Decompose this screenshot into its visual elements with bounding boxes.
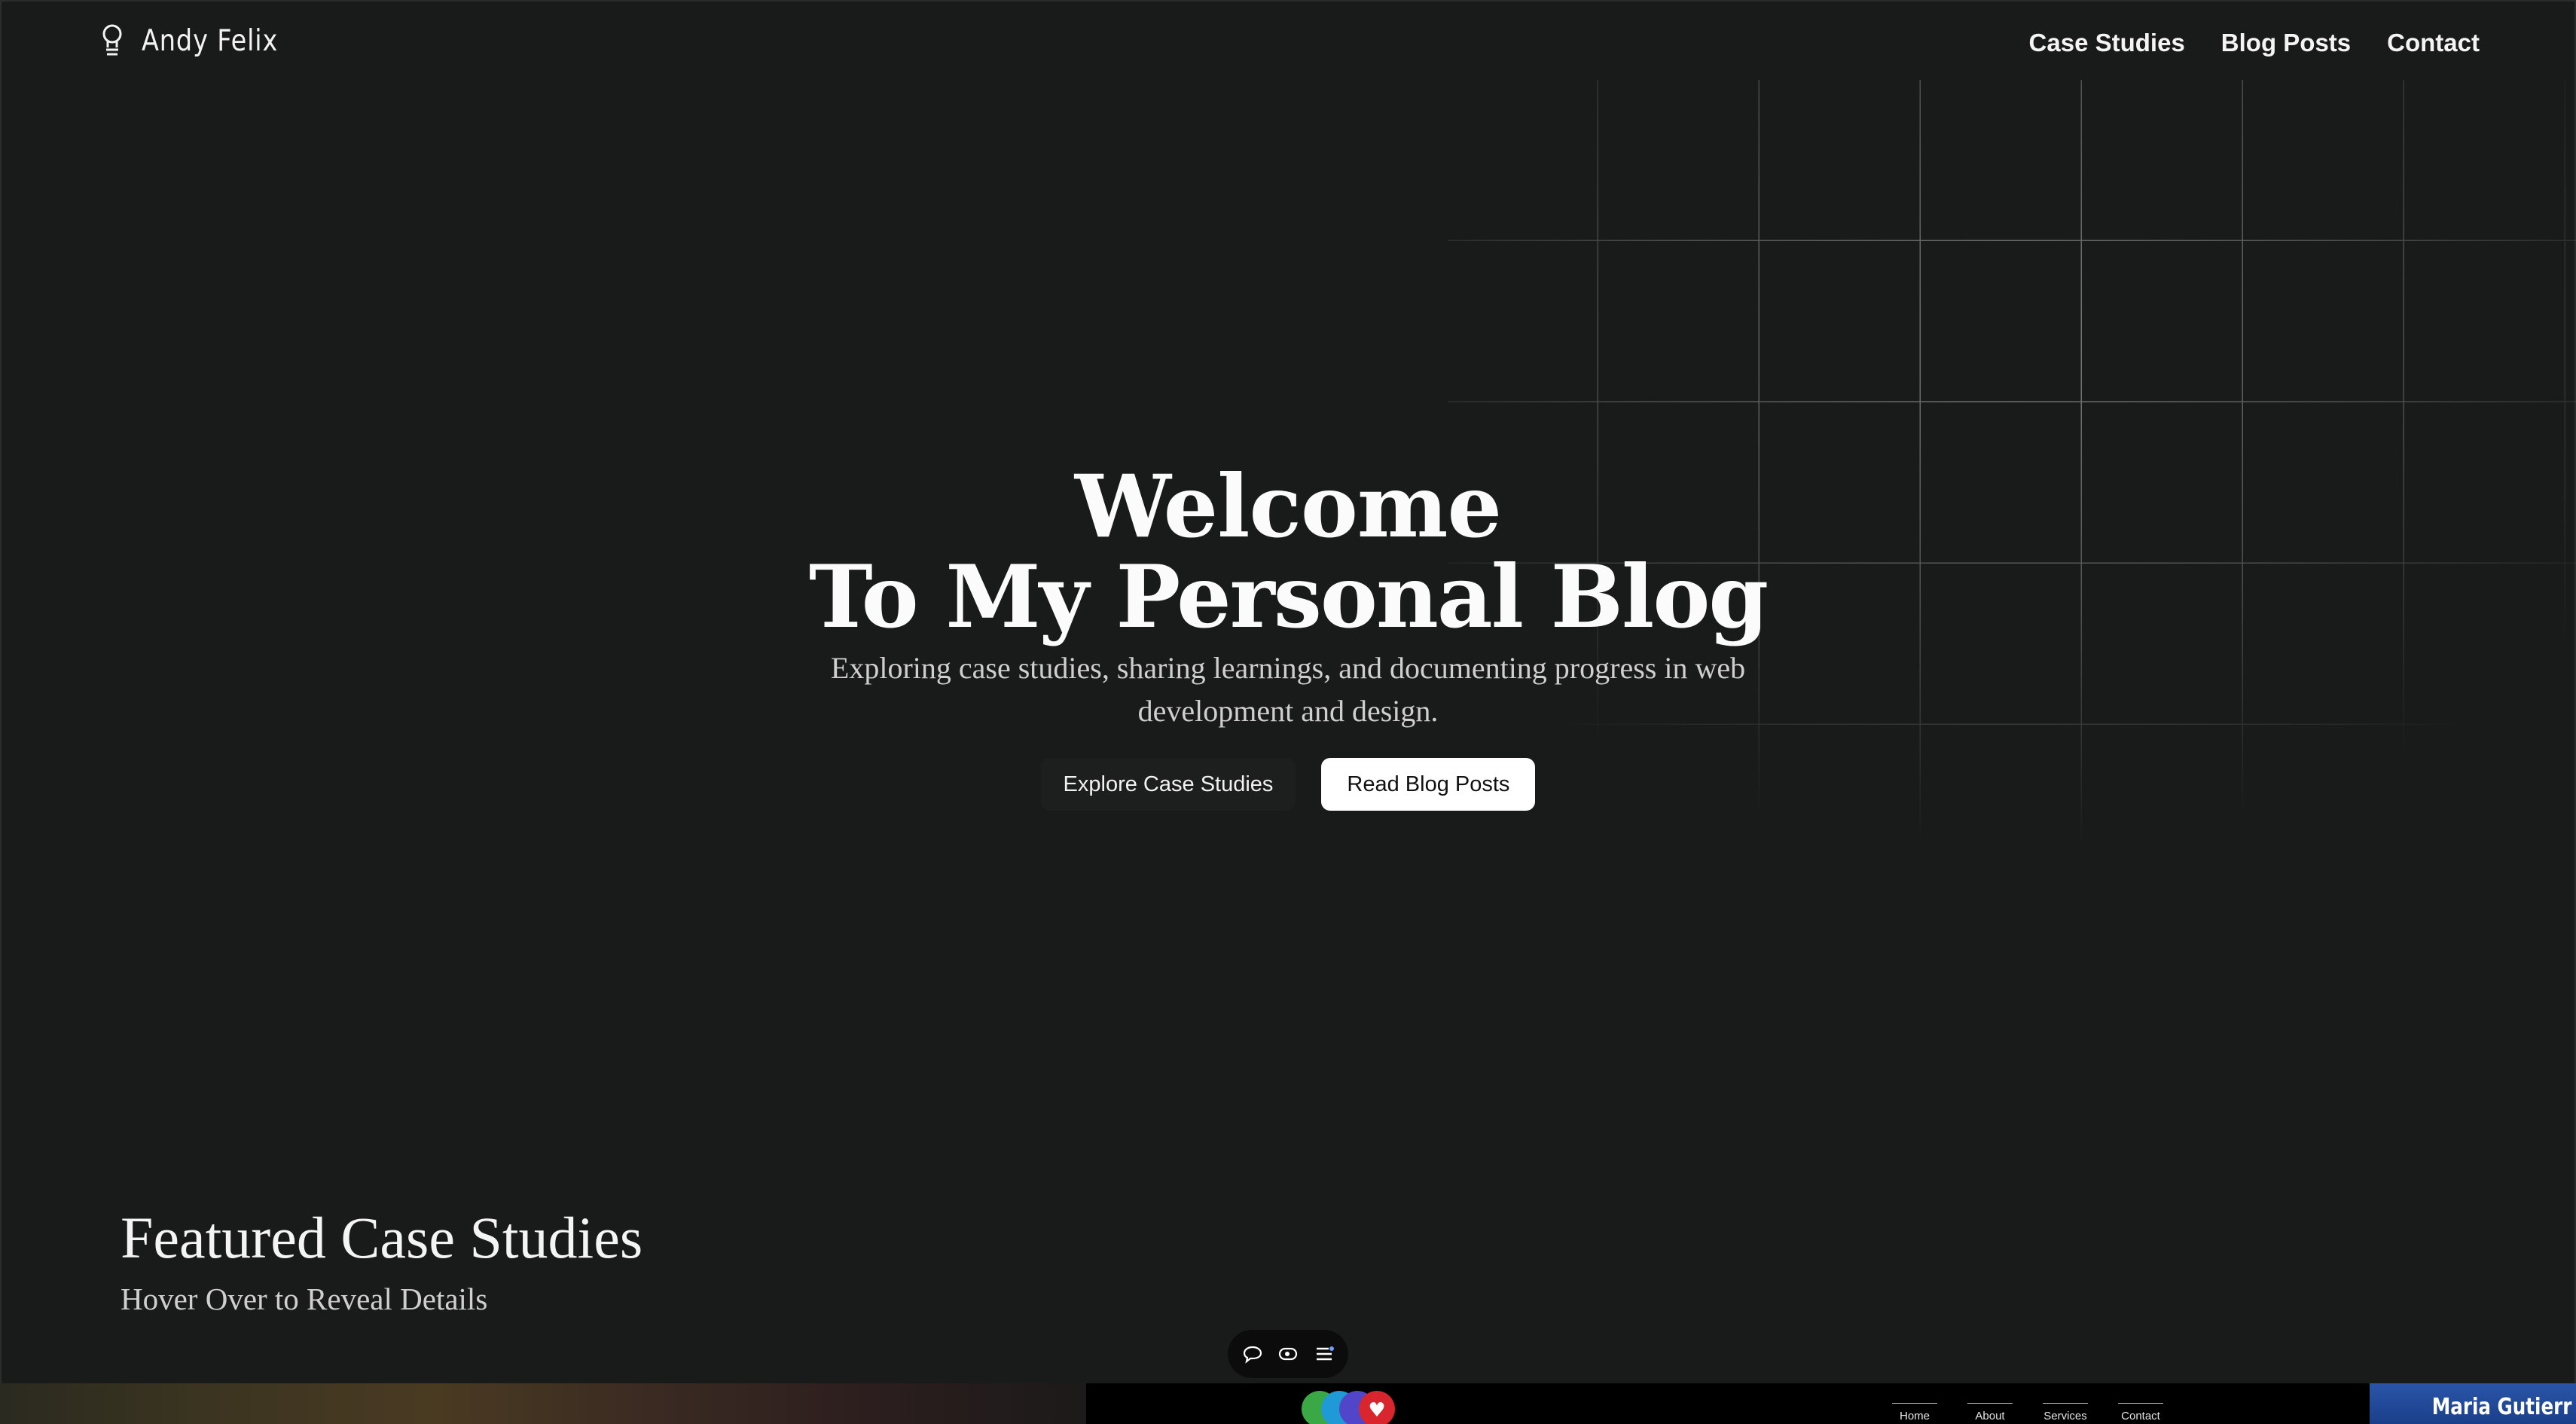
card-title: Maria Gutierr <box>2431 1394 2571 1420</box>
hero-subtitle: Exploring case studies, sharing learning… <box>830 651 1746 728</box>
hero-title-line1: Welcome <box>1074 456 1502 557</box>
eye-icon[interactable] <box>1277 1343 1299 1365</box>
main-nav: Case Studies Blog Posts Contact <box>2029 29 2480 57</box>
preview-nav: Home About Services Contact <box>1892 1403 2163 1422</box>
preview-nav-contact: Contact <box>2118 1403 2163 1422</box>
avatar-group: ♥ <box>1302 1391 1395 1424</box>
menu-icon[interactable] <box>1313 1343 1335 1365</box>
nav-case-studies[interactable]: Case Studies <box>2029 29 2185 57</box>
hero-title-line2: To My Personal Blog <box>808 546 1769 647</box>
featured-subtitle: Hover Over to Reveal Details <box>121 1282 488 1316</box>
svg-text:♥: ♥ <box>1368 1399 1385 1422</box>
case-study-card[interactable] <box>0 1383 1086 1424</box>
preview-nav-services: Services <box>2043 1403 2088 1422</box>
lightbulb-icon <box>102 24 122 56</box>
hero-section: Welcome To My Personal Blog Exploring ca… <box>0 461 2576 811</box>
brand-name: Andy Felix <box>142 23 279 58</box>
preview-nav-home: Home <box>1892 1403 1937 1422</box>
explore-case-studies-button[interactable]: Explore Case Studies <box>1040 758 1296 811</box>
case-study-card[interactable]: Maria Gutierr <box>2370 1383 2576 1424</box>
nav-blog-posts[interactable]: Blog Posts <box>2221 29 2351 57</box>
chat-icon[interactable] <box>1241 1343 1264 1365</box>
read-blog-posts-button[interactable]: Read Blog Posts <box>1321 758 1536 811</box>
case-study-card[interactable] <box>1086 1383 2370 1424</box>
preview-nav-about: About <box>1967 1403 2013 1422</box>
nav-contact[interactable]: Contact <box>2387 29 2480 57</box>
featured-title: Featured Case Studies <box>121 1205 643 1270</box>
hero-title: Welcome To My Personal Blog <box>0 461 2576 642</box>
brand-logo[interactable]: Andy Felix <box>99 23 301 59</box>
floating-toolbar <box>1228 1330 1348 1378</box>
hero-actions: Explore Case Studies Read Blog Posts <box>0 758 2576 811</box>
